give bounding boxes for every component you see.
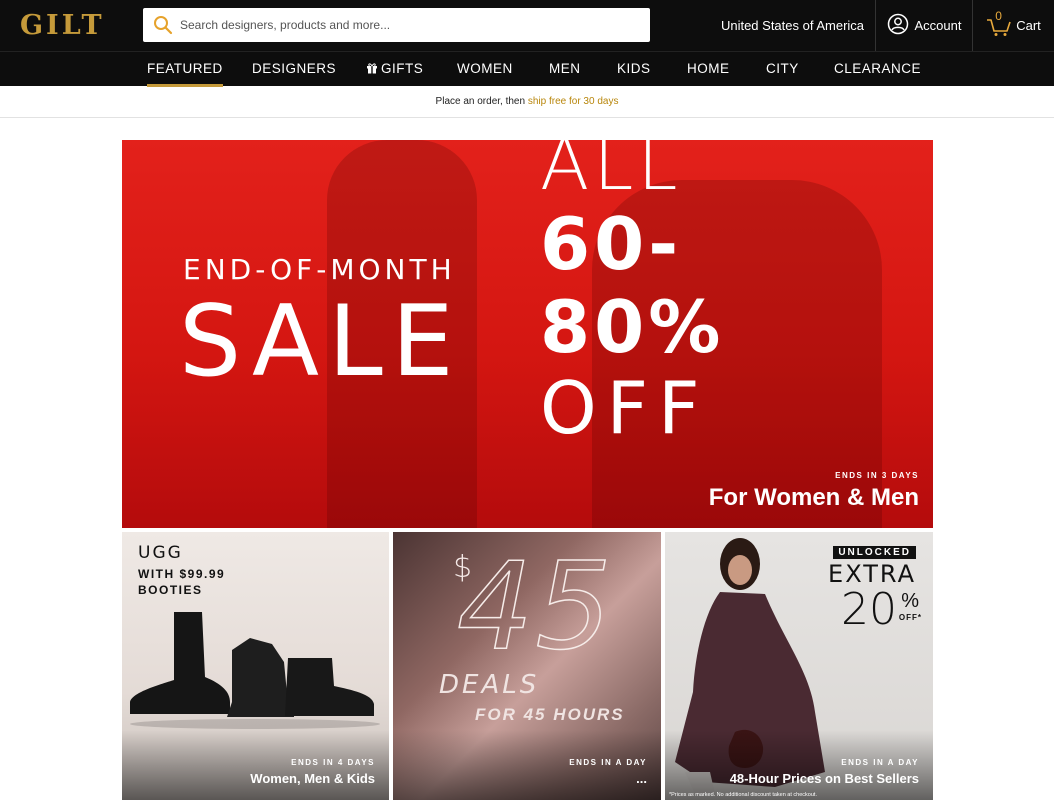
boots-image [130,612,380,729]
sale-tile-extra-20[interactable]: UNLOCKED EXTRA 20 % OFF* ENDS IN A DAY 4… [665,532,933,800]
tile-percent: 20 [841,584,897,635]
hero-banner[interactable]: END-OF-MONTH SALE ALL 60- 80% OFF ENDS I… [122,140,933,528]
hero-eyebrow: END-OF-MONTH [183,253,456,286]
tile-fine-print: *Prices as marked. No additional discoun… [669,792,817,798]
hero-ends-label: ENDS IN 3 DAYS [835,471,919,480]
promo-link[interactable]: ship free for 30 days [528,96,619,107]
unlocked-badge: UNLOCKED [833,546,916,559]
tile-deal-word: DEALS [439,670,540,700]
sale-tile-45-deals[interactable]: $ 45 DEALS FOR 45 HOURS ENDS IN A DAY ..… [393,532,661,800]
tile-deal-hours: FOR 45 HOURS [475,705,625,724]
tile-deal-number: 45 [456,537,614,678]
hero-offer-line-4: OFF [540,366,710,450]
top-bar: GILT United States of America Account 0 … [0,0,1054,51]
nav-item-clearance[interactable]: CLEARANCE [834,52,921,87]
hero-offer-line-1: ALL [540,140,682,206]
tile-offer-line-2: BOOTIES [138,583,203,597]
sale-tile-ugg[interactable]: UGG WITH $99.99 BOOTIES ENDS IN 4 DAYS W… [122,532,389,800]
tile-offer-line-1: WITH $99.99 [138,567,226,581]
gilt-logo[interactable]: GILT [20,10,105,41]
tile-label: Women, Men & Kids [250,771,375,786]
main-nav: FEATURED DESIGNERS GIFTS WOMEN MEN KIDS … [0,51,1054,87]
tile-ends-label: ENDS IN A DAY [569,758,647,767]
nav-item-city[interactable]: CITY [766,52,799,87]
tile-brand: UGG [138,543,183,563]
cart-button[interactable]: 0 Cart [973,0,1054,51]
search-bar[interactable] [143,8,650,42]
nav-item-featured[interactable]: FEATURED [147,52,223,87]
shipping-promo: Place an order, then ship free for 30 da… [0,86,1054,118]
cart-label: Cart [1016,18,1041,33]
cart-count: 0 [995,8,1002,23]
nav-item-home[interactable]: HOME [687,52,730,87]
search-icon[interactable] [152,14,174,36]
nav-item-gifts-label: GIFTS [381,61,424,76]
tile-ends-label: ENDS IN A DAY [841,758,919,767]
hero-headline: SALE [179,285,463,399]
nav-item-designers[interactable]: DESIGNERS [252,52,336,87]
cart-icon: 0 [986,9,1012,37]
nav-item-men[interactable]: MEN [549,52,581,87]
tile-label: ... [636,771,647,786]
hero-offer-line-2: 60- [540,202,683,286]
hero-offer-line-3: 80% [540,285,725,369]
account-label: Account [914,18,962,33]
nav-item-kids[interactable]: KIDS [617,52,651,87]
tile-percent-sign: % [901,590,919,612]
nav-item-gifts[interactable]: GIFTS [366,52,423,87]
tile-ends-label: ENDS IN 4 DAYS [291,758,375,767]
gift-icon [367,63,377,74]
user-icon [887,13,909,38]
hero-subtitle: For Women & Men [708,484,919,511]
tile-label: 48-Hour Prices on Best Sellers [729,771,919,786]
nav-item-women[interactable]: WOMEN [457,52,513,87]
country-selector[interactable]: United States of America [710,0,876,51]
promo-text: Place an order, then [435,96,528,107]
account-button[interactable]: Account [876,0,973,51]
tile-off-label: OFF* [898,613,922,622]
search-input[interactable] [180,10,640,40]
